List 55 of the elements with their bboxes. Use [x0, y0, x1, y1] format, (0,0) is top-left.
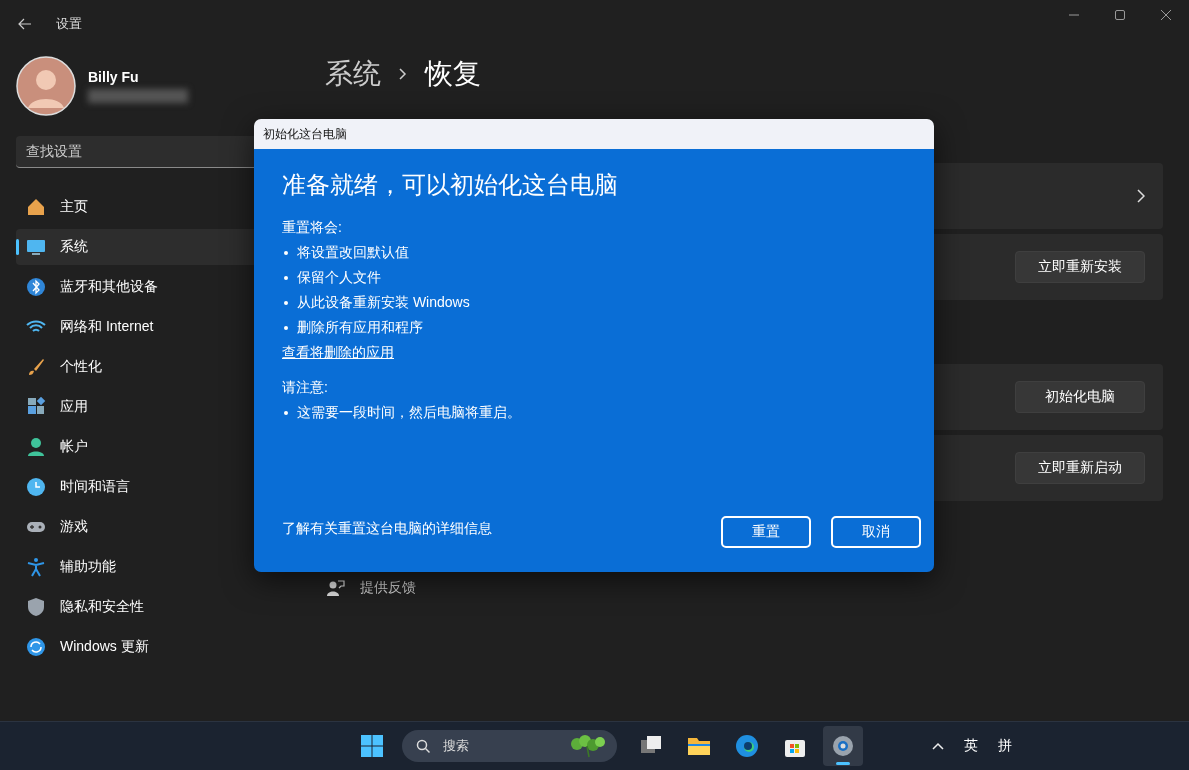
bullet-icon [284, 410, 288, 415]
action-button[interactable]: 立即重新启动 [1015, 452, 1145, 484]
page-title: 恢复 [425, 57, 481, 91]
nav-icon [26, 557, 46, 577]
browser-icon [734, 733, 760, 759]
bullet-icon [284, 300, 288, 305]
action-button[interactable]: 立即重新安装 [1015, 251, 1145, 283]
search-icon [416, 738, 431, 754]
feedback-icon [327, 579, 345, 597]
bullet-item: 将设置改回默认值 [297, 243, 409, 262]
nav-icon [26, 597, 46, 617]
nav-item[interactable]: 隐私和安全性 [16, 589, 286, 625]
taskbar-app[interactable] [823, 726, 863, 766]
start-icon[interactable] [360, 734, 384, 758]
learn-more-link[interactable]: 了解有关重置这台电脑的详细信息 [282, 516, 492, 541]
back-icon[interactable] [18, 18, 32, 30]
nav-icon [26, 237, 46, 257]
bullet-item: 这需要一段时间，然后电脑将重启。 [297, 403, 521, 422]
bullet-item: 删除所有应用和程序 [297, 318, 423, 337]
gear-icon [830, 733, 856, 759]
input-method[interactable]: 英 [964, 737, 978, 755]
bullet-item: 保留个人文件 [297, 268, 381, 287]
caret-icon[interactable] [932, 742, 944, 750]
action-button[interactable]: 初始化电脑 [1015, 381, 1145, 413]
nav-icon [26, 477, 46, 497]
window-title: 设置 [56, 15, 82, 33]
bullet-icon [284, 250, 288, 255]
breadcrumb-parent[interactable]: 系统 [325, 55, 381, 93]
dialog-button[interactable]: 取消 [831, 516, 921, 548]
nav-icon [26, 397, 46, 417]
nav-icon [26, 357, 46, 377]
dialog-heading: 准备就绪，可以初始化这台电脑 [282, 170, 619, 200]
nav-item[interactable]: 辅助功能 [16, 549, 286, 585]
nav-item[interactable]: 蓝牙和其他设备 [16, 269, 286, 305]
user-name: Billy Fu [88, 69, 140, 85]
taskbar-search[interactable]: 搜索 [402, 730, 617, 762]
bullet-icon [284, 325, 288, 330]
bullet-item: 从此设备重新安装 Windows [297, 293, 470, 312]
nav-icon [26, 277, 46, 297]
avatar-icon [16, 56, 76, 116]
chevron-icon[interactable] [1137, 189, 1145, 203]
input-method[interactable]: 拼 [998, 737, 1012, 755]
dialog-button[interactable]: 重置 [721, 516, 811, 548]
nav-icon [26, 637, 46, 657]
nav-item[interactable]: 时间和语言 [16, 469, 286, 505]
bullet-icon [284, 275, 288, 280]
nav-icon [26, 437, 46, 457]
nav-item[interactable]: Windows 更新 [16, 629, 286, 665]
nav-icon [26, 197, 46, 217]
maximize-icon[interactable] [1115, 10, 1125, 20]
chevron-icon [399, 68, 407, 80]
note-heading: 请注意: [282, 378, 328, 397]
feedback-link[interactable]: 提供反馈 [360, 579, 416, 597]
nav-item[interactable]: 帐户 [16, 429, 286, 465]
close-icon[interactable] [1161, 10, 1171, 20]
